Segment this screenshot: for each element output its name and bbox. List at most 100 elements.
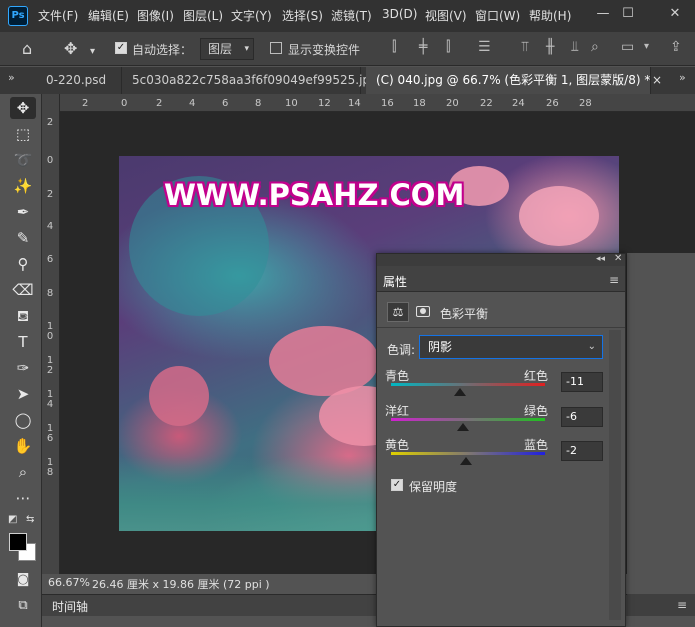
chevron-down-icon: ▾ xyxy=(244,44,249,54)
menu-image[interactable]: 图像(I) xyxy=(137,7,174,24)
magic-wand-tool-icon[interactable]: ✨ xyxy=(10,175,36,197)
cyan-red-track[interactable] xyxy=(391,383,545,386)
lasso-tool-icon[interactable]: ➰ xyxy=(10,149,36,171)
collapse-toolbar-icon[interactable]: » xyxy=(8,71,15,84)
align-hcenter-icon[interactable]: ╪ xyxy=(419,40,433,54)
ruler-tick: 6 xyxy=(46,254,54,265)
path-selection-tool-icon[interactable]: ➤ xyxy=(10,383,36,405)
foreground-color-swatch[interactable] xyxy=(9,533,27,551)
home-icon[interactable]: ⌂ xyxy=(22,40,32,58)
ruler-tick: 0 xyxy=(121,98,128,109)
tab-doc-2[interactable]: 5c030a822c758aa3f6f09049ef99525.jpg xyxy=(122,67,378,94)
eyedropper-tool-icon[interactable]: ✒ xyxy=(10,201,36,223)
align-bottom-icon[interactable]: ⫫ xyxy=(571,40,585,54)
magenta-green-track[interactable] xyxy=(391,418,545,421)
ellipse-tool-icon[interactable]: ◯ xyxy=(10,409,36,431)
close-panel-icon[interactable]: ✕ xyxy=(614,253,622,264)
distribute-icon[interactable]: ☰ xyxy=(478,40,492,54)
brush-tool-icon[interactable]: ✎ xyxy=(10,227,36,249)
move-tool-icon[interactable]: ✥ xyxy=(10,97,36,119)
ruler-tick: 26 xyxy=(546,98,559,109)
screen-mode-icon[interactable]: ⧉ xyxy=(10,595,36,617)
align-left-icon[interactable]: ⫿ xyxy=(392,40,406,54)
menu-file[interactable]: 文件(F) xyxy=(38,7,78,24)
ruler-horizontal xyxy=(42,94,695,112)
zoom-level[interactable]: 66.67% xyxy=(48,576,90,589)
ruler-tick: 1 8 xyxy=(46,457,54,478)
move-tool-icon[interactable]: ✥ xyxy=(64,40,77,58)
panel-menu-icon[interactable]: ≡ xyxy=(609,273,619,287)
properties-scrollbar[interactable] xyxy=(609,330,621,620)
menu-type[interactable]: 文字(Y) xyxy=(231,7,272,24)
autoselect-checkbox[interactable]: ✓ xyxy=(115,42,127,54)
menu-layer[interactable]: 图层(L) xyxy=(183,7,223,24)
share-icon[interactable]: ⇪ xyxy=(670,40,684,54)
menu-edit[interactable]: 编辑(E) xyxy=(88,7,129,24)
pen-tool-icon[interactable]: ✑ xyxy=(10,357,36,379)
align-top-icon[interactable]: ⫪ xyxy=(521,40,535,54)
quick-mask-icon[interactable]: ◙ xyxy=(10,569,36,591)
transform-controls-checkbox[interactable] xyxy=(270,42,282,54)
workspace-icon[interactable]: ▭ xyxy=(621,40,635,54)
tab-doc-1[interactable]: 0-220.psd xyxy=(36,67,122,94)
document-size[interactable]: 26.46 厘米 x 19.86 厘米 (72 ppi ) xyxy=(92,576,270,592)
right-panel-sliver xyxy=(627,253,695,627)
preserve-luminosity-checkbox[interactable]: ✓ xyxy=(391,479,403,491)
hand-tool-icon[interactable]: ✋ xyxy=(10,435,36,457)
tab-doc-active[interactable]: (C) 040.jpg @ 66.7% (色彩平衡 1, 图层蒙版/8) * xyxy=(366,67,651,94)
zoom-tool-icon[interactable]: ⌕ xyxy=(10,461,36,483)
cyan-red-value-input[interactable]: -11 xyxy=(561,372,603,392)
panel-menu-icon[interactable]: ≡ xyxy=(677,598,687,612)
menu-window[interactable]: 窗口(W) xyxy=(475,7,520,24)
magenta-green-slider-thumb[interactable] xyxy=(457,423,470,431)
ruler-tick: 1 4 xyxy=(46,389,54,410)
more-tools-icon[interactable]: ⋯ xyxy=(10,487,36,509)
menu-filter[interactable]: 滤镜(T) xyxy=(331,7,372,24)
menu-help[interactable]: 帮助(H) xyxy=(529,7,571,24)
type-tool-icon[interactable]: T xyxy=(10,331,36,353)
ruler-tick: 24 xyxy=(512,98,525,109)
paint-bucket-tool-icon[interactable]: ⛾ xyxy=(10,305,36,327)
ruler-tick: 18 xyxy=(413,98,426,109)
properties-tab[interactable]: 属性 xyxy=(383,273,407,290)
chevron-down-icon[interactable]: ▾ xyxy=(90,43,95,61)
menu-3d[interactable]: 3D(D) xyxy=(382,7,417,21)
green-label: 绿色 xyxy=(523,404,548,418)
restore-button[interactable]: ☐ xyxy=(618,4,638,24)
align-right-icon[interactable]: ⫿ xyxy=(446,40,460,54)
menu-view[interactable]: 视图(V) xyxy=(425,7,467,24)
properties-panel-header xyxy=(377,266,625,292)
yellow-blue-slider-thumb[interactable] xyxy=(460,457,473,465)
close-tab-icon[interactable]: × xyxy=(652,73,662,87)
tone-select[interactable]: 阴影 ⌄ xyxy=(419,335,603,359)
stamp-tool-icon[interactable]: ⚲ xyxy=(10,253,36,275)
ruler-tick: 10 xyxy=(285,98,298,109)
ruler-tick: 22 xyxy=(480,98,493,109)
layer-mask-icon[interactable] xyxy=(412,302,434,322)
ruler-tick: 6 xyxy=(222,98,229,109)
photoshop-logo-icon[interactable]: Ps xyxy=(8,6,28,26)
yellow-blue-track[interactable] xyxy=(391,452,545,455)
menu-select[interactable]: 选择(S) xyxy=(282,7,323,24)
collapse-panel-icon[interactable]: ◂◂ xyxy=(596,254,605,264)
cyan-red-slider-thumb[interactable] xyxy=(453,388,466,396)
ruler-tick: 1 6 xyxy=(46,423,54,444)
magenta-green-value-input[interactable]: -6 xyxy=(561,407,603,427)
yellow-blue-value-input[interactable]: -2 xyxy=(561,441,603,461)
ruler-tick: 1 0 xyxy=(46,321,54,342)
tab-overflow-icon[interactable]: » xyxy=(679,71,686,84)
timeline-tab[interactable]: 时间轴 xyxy=(52,598,88,615)
properties-panel-topbar[interactable] xyxy=(377,254,625,266)
default-colors-icon[interactable]: ◩ xyxy=(8,514,17,525)
autoselect-target-select[interactable]: 图层 ▾ xyxy=(200,38,254,60)
magenta-label: 洋红 xyxy=(385,404,410,418)
search-icon[interactable]: ⌕ xyxy=(591,40,605,54)
chevron-down-icon[interactable]: ▾ xyxy=(644,40,658,54)
eraser-tool-icon[interactable]: ⌫ xyxy=(10,279,36,301)
minimize-button[interactable]: — xyxy=(593,4,613,24)
marquee-tool-icon[interactable]: ⬚ xyxy=(10,123,36,145)
close-window-button[interactable]: ✕ xyxy=(665,4,685,24)
color-balance-icon[interactable]: ⚖ xyxy=(387,302,409,322)
align-vcenter-icon[interactable]: ╫ xyxy=(546,40,560,54)
swap-colors-icon[interactable]: ⇆ xyxy=(26,514,34,525)
